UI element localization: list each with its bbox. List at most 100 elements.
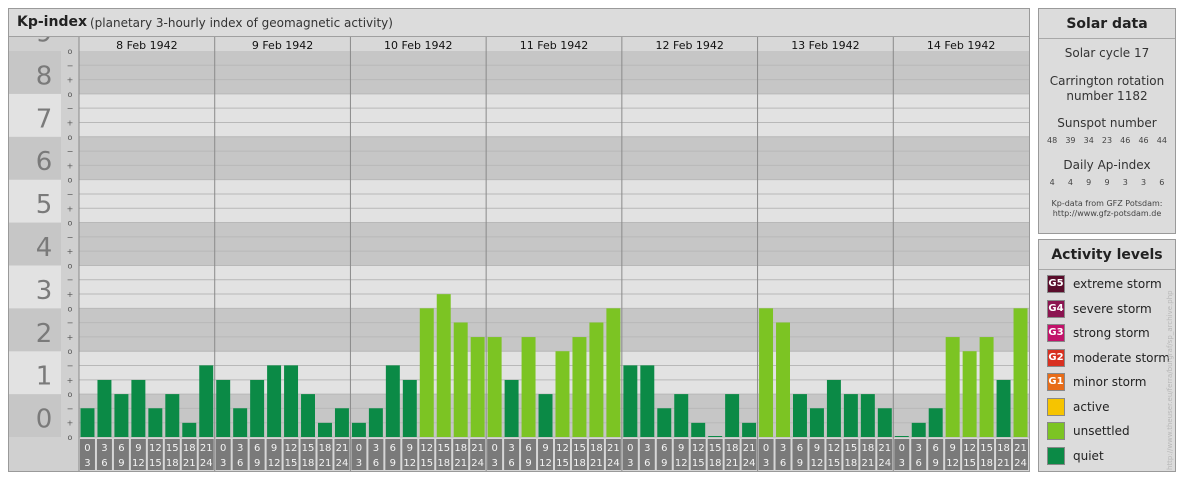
kp-bar bbox=[487, 337, 502, 437]
carrington-line-1: Carrington rotation bbox=[1049, 74, 1165, 88]
kp-band bbox=[79, 265, 1029, 309]
hour-tick-start: 0 bbox=[763, 443, 769, 454]
hour-tick-end: 15 bbox=[692, 458, 705, 469]
hour-tick-end: 18 bbox=[845, 458, 858, 469]
hour-tick-end: 9 bbox=[390, 458, 396, 469]
level-color-swatch bbox=[1047, 446, 1065, 465]
hour-tick-end: 24 bbox=[743, 458, 756, 469]
kp-bar bbox=[606, 308, 621, 437]
level-label: active bbox=[1073, 399, 1110, 414]
hour-tick-start: 0 bbox=[356, 443, 362, 454]
y-minor-tick: + bbox=[67, 290, 74, 299]
ap-value: 9 bbox=[1104, 178, 1110, 187]
hour-tick-start: 12 bbox=[828, 443, 841, 454]
y-tick-label: 6 bbox=[36, 147, 53, 177]
hour-tick-start: 18 bbox=[454, 443, 467, 454]
hour-tick-end: 15 bbox=[963, 458, 976, 469]
kp-bar bbox=[114, 394, 129, 437]
activity-level-unsettled: unsettled bbox=[1047, 421, 1130, 441]
hour-tick-start: 15 bbox=[437, 443, 450, 454]
kp-bar bbox=[131, 379, 146, 437]
hour-tick-end: 3 bbox=[220, 458, 226, 469]
kp-bar bbox=[962, 351, 977, 437]
hour-tick-start: 12 bbox=[692, 443, 705, 454]
y-tick-label: 1 bbox=[36, 362, 53, 392]
hour-tick-end: 3 bbox=[356, 458, 362, 469]
sunspot-value: 48 bbox=[1047, 136, 1058, 145]
hour-tick-end: 15 bbox=[828, 458, 841, 469]
hour-tick-end: 9 bbox=[933, 458, 939, 469]
hour-tick-end: 3 bbox=[899, 458, 905, 469]
hour-tick-start: 9 bbox=[949, 443, 955, 454]
kp-bar bbox=[419, 308, 434, 437]
y-minor-tick: − bbox=[67, 104, 74, 113]
ap-index-label: Daily Ap-index bbox=[1063, 158, 1151, 172]
kp-bar bbox=[301, 394, 315, 437]
level-color-swatch: G1 bbox=[1047, 373, 1065, 391]
y-tick-label: 8 bbox=[36, 61, 53, 91]
hour-tick-end: 6 bbox=[780, 458, 786, 469]
sunspot-value: 46 bbox=[1138, 136, 1149, 145]
hour-tick-start: 18 bbox=[997, 443, 1010, 454]
credit-link[interactable]: http://www.gfz-potsdam.de bbox=[1039, 209, 1175, 219]
hour-tick-start: 12 bbox=[963, 443, 976, 454]
y-minor-tick: − bbox=[67, 233, 74, 242]
hour-tick-start: 15 bbox=[302, 443, 315, 454]
hour-tick-start: 9 bbox=[542, 443, 548, 454]
level-color-swatch: G3 bbox=[1047, 324, 1065, 342]
day-label: 13 Feb 1942 bbox=[791, 39, 859, 52]
kp-bar bbox=[521, 337, 536, 437]
kp-bar bbox=[267, 365, 282, 437]
y-minor-tick: o bbox=[68, 347, 73, 356]
kp-bar bbox=[402, 379, 417, 437]
day-label: 14 Feb 1942 bbox=[927, 39, 995, 52]
hour-tick-start: 3 bbox=[373, 443, 379, 454]
kp-bar bbox=[385, 365, 400, 437]
hour-tick-start: 9 bbox=[135, 443, 141, 454]
kp-bar bbox=[504, 379, 519, 437]
y-minor-tick: o bbox=[68, 261, 73, 270]
hour-tick-end: 24 bbox=[1014, 458, 1027, 469]
hour-tick-end: 12 bbox=[132, 458, 145, 469]
sunspot-value: 34 bbox=[1083, 136, 1094, 145]
hour-tick-end: 3 bbox=[627, 458, 633, 469]
hour-tick-start: 18 bbox=[861, 443, 874, 454]
hour-tick-start: 6 bbox=[661, 443, 667, 454]
hour-tick-start: 0 bbox=[491, 443, 497, 454]
kp-bar bbox=[725, 394, 740, 437]
chart-subtitle: (planetary 3-hourly index of geomagnetic… bbox=[90, 16, 393, 30]
hour-tick-end: 21 bbox=[454, 458, 467, 469]
kp-band bbox=[79, 93, 1029, 137]
hour-tick-start: 3 bbox=[101, 443, 107, 454]
kp-bar bbox=[97, 379, 112, 437]
hour-tick-start: 3 bbox=[780, 443, 786, 454]
kp-bar bbox=[911, 422, 926, 437]
kp-bar bbox=[233, 408, 248, 437]
ap-value: 3 bbox=[1141, 178, 1147, 187]
day-label: 12 Feb 1942 bbox=[655, 39, 723, 52]
kp-bar bbox=[555, 351, 570, 437]
activity-levels-title: Activity levels bbox=[1039, 240, 1175, 270]
hour-tick-start: 0 bbox=[84, 443, 90, 454]
kp-bar bbox=[657, 408, 672, 437]
kp-bar bbox=[1013, 308, 1028, 437]
y-minor-tick: − bbox=[67, 147, 74, 156]
activity-level-quiet: quiet bbox=[1047, 446, 1104, 466]
hour-tick-end: 18 bbox=[302, 458, 315, 469]
kp-bar bbox=[691, 422, 706, 437]
hour-tick-start: 18 bbox=[590, 443, 603, 454]
hour-tick-end: 21 bbox=[319, 458, 332, 469]
hour-tick-start: 3 bbox=[916, 443, 922, 454]
kp-bar bbox=[996, 379, 1011, 437]
hour-tick-start: 6 bbox=[390, 443, 396, 454]
hour-tick-end: 15 bbox=[556, 458, 569, 469]
kp-bar bbox=[877, 408, 892, 437]
hour-tick-end: 21 bbox=[726, 458, 739, 469]
hour-tick-start: 12 bbox=[285, 443, 298, 454]
y-minor-tick: + bbox=[67, 376, 74, 385]
y-minor-tick: + bbox=[67, 76, 74, 85]
hour-tick-end: 9 bbox=[118, 458, 124, 469]
hour-tick-start: 9 bbox=[678, 443, 684, 454]
hour-tick-start: 12 bbox=[420, 443, 433, 454]
y-minor-tick: − bbox=[67, 276, 74, 285]
